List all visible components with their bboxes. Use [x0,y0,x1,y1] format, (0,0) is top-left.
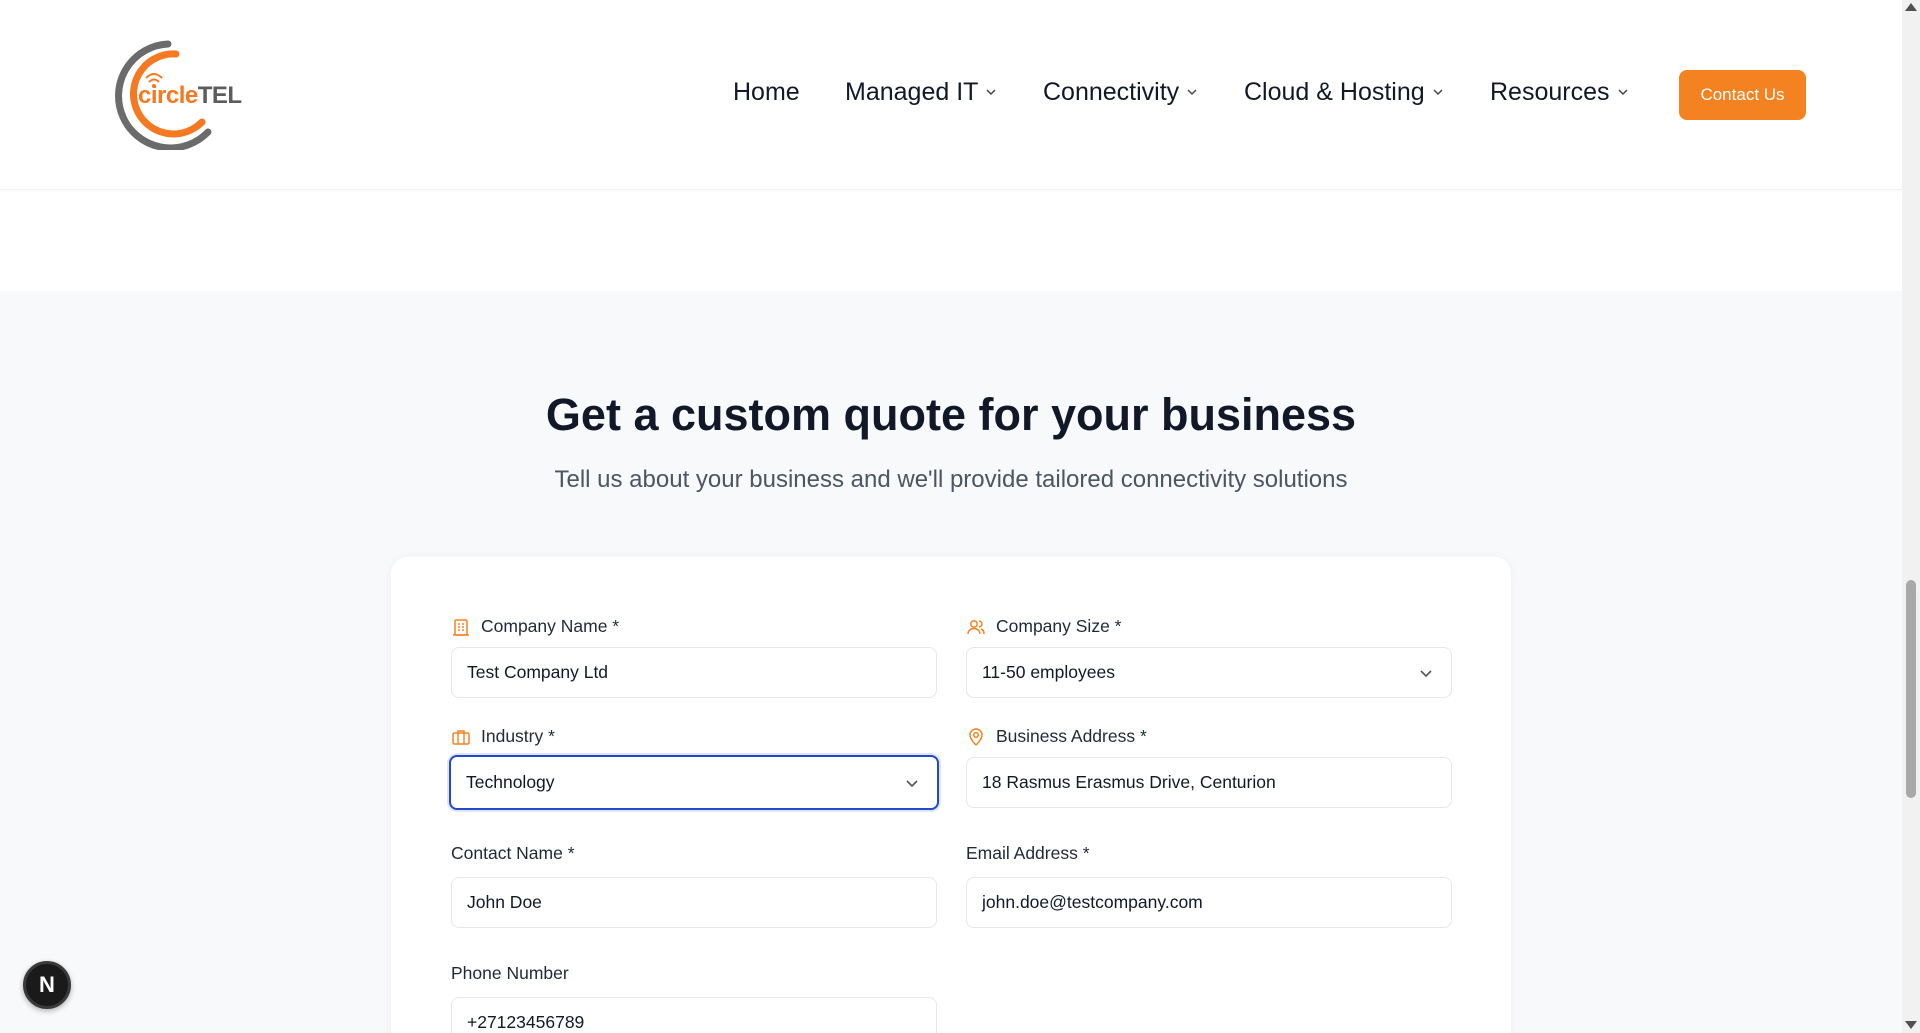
industry-value: Technology [466,772,555,792]
circletel-logo[interactable]: circleTEL [98,36,248,152]
nav-managed-it[interactable]: Managed IT [845,78,996,107]
nav-home-label: Home [733,78,800,106]
nav-connectivity-label: Connectivity [1043,78,1180,106]
phone-number-label-text: Phone Number [451,963,569,983]
users-icon [967,619,985,634]
contact-name-label: Contact Name * [451,843,575,864]
nav-cloud-hosting[interactable]: Cloud & Hosting [1244,78,1443,107]
logo-wordmark: circleTEL [138,82,242,110]
nav-managed-it-label: Managed IT [845,78,979,106]
scroll-up-arrow-icon[interactable] [1905,3,1917,11]
section-subtitle: Tell us about your business and we'll pr… [554,466,1348,493]
business-address-label: Business Address * [966,726,1147,747]
contact-name-value: John Doe [467,892,542,912]
business-address-value: 18 Rasmus Erasmus Drive, Centurion [982,772,1276,792]
nav-cloud-hosting-label: Cloud & Hosting [1244,78,1425,106]
company-size-select[interactable]: 11-50 employees [966,647,1452,698]
company-name-label: Company Name * [451,616,619,637]
chevron-down-icon [986,89,996,96]
nextjs-badge-letter: N [39,972,55,997]
company-name-value: Test Company Ltd [467,662,609,682]
scroll-down-arrow-icon[interactable] [1905,1021,1917,1029]
chevron-down-icon [906,779,918,787]
chevron-down-icon [1617,89,1628,96]
company-size-label: Company Size * [966,616,1121,637]
phone-number-value: +27123456789 [467,1012,585,1032]
quote-form-card: Company Name * Test Company Ltd Company … [391,557,1511,1033]
industry-label: Industry * [451,726,555,747]
email-address-value: john.doe@testcompany.com [982,892,1203,912]
nav-connectivity[interactable]: Connectivity [1043,78,1197,107]
industry-select[interactable]: Technology [449,755,939,810]
phone-number-input[interactable]: +27123456789 [451,997,937,1033]
email-address-input[interactable]: john.doe@testcompany.com [966,877,1452,928]
site-header: circleTEL Home Managed IT Connectivity C… [0,0,1902,190]
nav-resources-label: Resources [1490,78,1610,106]
logo-prefix: circle [138,82,198,109]
nextjs-dev-badge[interactable]: N [23,961,71,1009]
section-title: Get a custom quote for your business [545,389,1357,440]
scrollbar-thumb[interactable] [1906,580,1916,798]
company-name-label-text: Company Name * [481,616,620,636]
logo-suffix: TEL [197,82,242,109]
page: circleTEL Home Managed IT Connectivity C… [0,0,1902,1033]
company-size-value: 11-50 employees [982,662,1115,682]
vertical-scrollbar[interactable] [1902,0,1920,1033]
building-icon [453,618,469,636]
briefcase-icon [452,729,470,745]
email-address-label-text: Email Address * [966,843,1090,863]
company-name-input[interactable]: Test Company Ltd [451,647,937,698]
map-pin-icon [969,727,983,746]
chevron-down-icon [1187,89,1197,96]
contact-name-label-text: Contact Name * [451,843,575,863]
chevron-down-icon [1433,89,1443,96]
contact-name-input[interactable]: John Doe [451,877,937,928]
business-address-label-text: Business Address * [996,726,1147,746]
chevron-down-icon [1420,669,1432,677]
contact-us-button[interactable]: Contact Us [1679,70,1806,120]
nav-resources[interactable]: Resources [1490,78,1628,107]
email-address-label: Email Address * [966,843,1090,864]
company-size-label-text: Company Size * [996,616,1122,636]
industry-label-text: Industry * [481,726,555,746]
phone-number-label: Phone Number [451,963,569,984]
business-address-input[interactable]: 18 Rasmus Erasmus Drive, Centurion [966,757,1452,808]
nav-home[interactable]: Home [733,78,800,107]
